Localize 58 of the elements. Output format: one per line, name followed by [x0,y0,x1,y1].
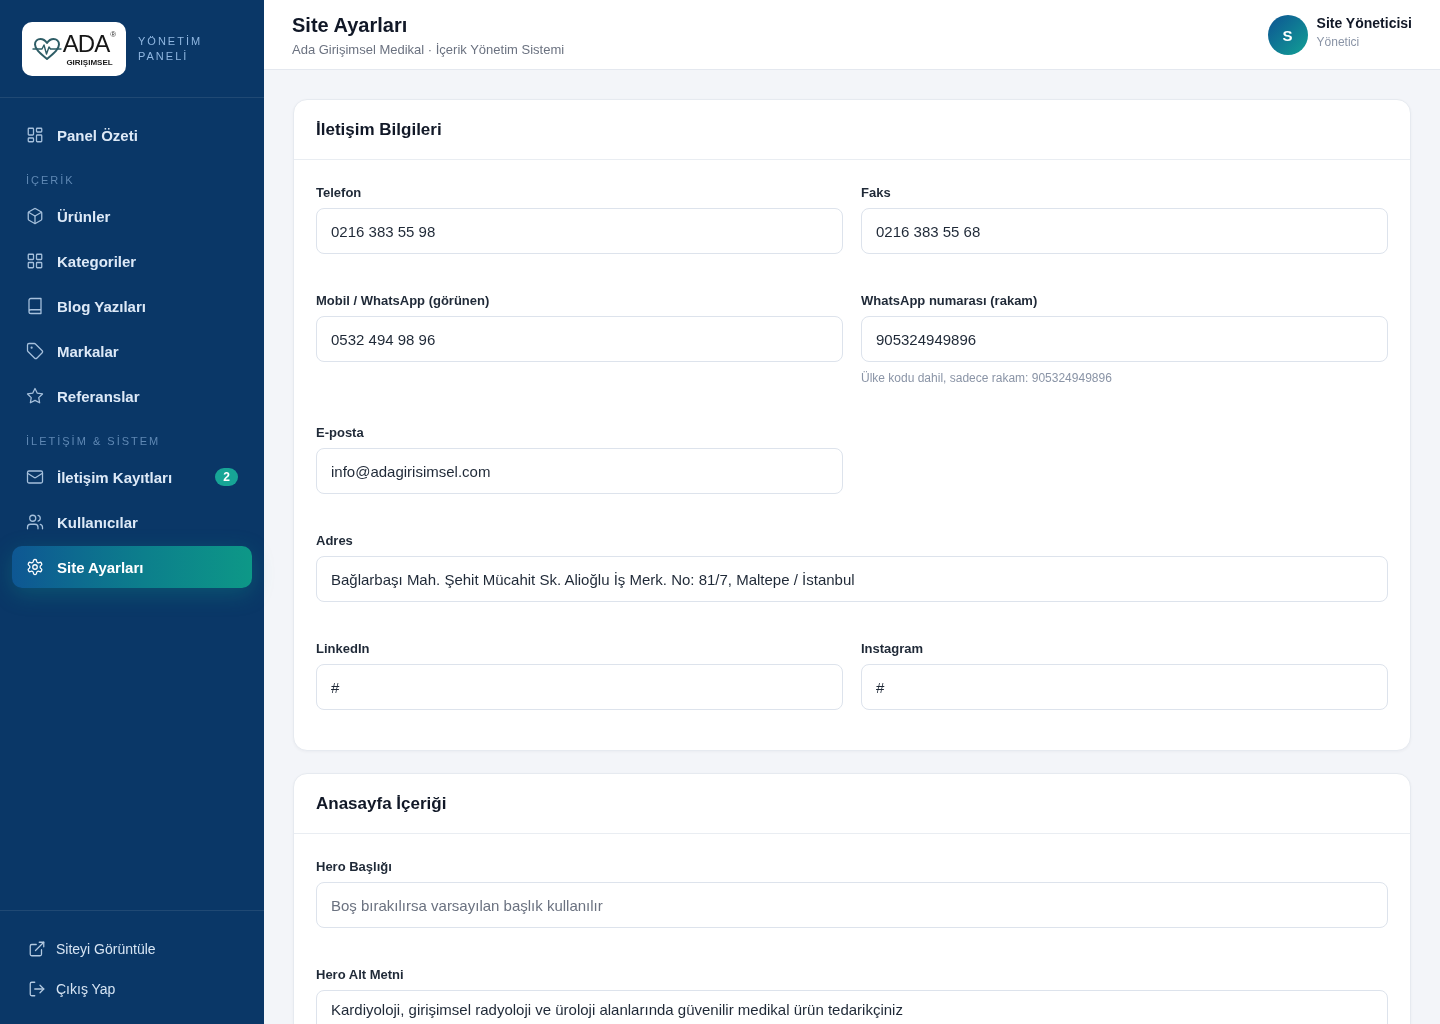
input-field[interactable]: 0532 494 98 96 [316,316,843,362]
book-icon [26,297,44,315]
heart-pulse-icon [31,37,62,61]
field-label: Faks [861,184,892,202]
user-name: Site Yöneticisi [1316,14,1412,32]
field-label: E-posta [316,424,365,442]
logout-icon [28,980,46,998]
input-field[interactable]: Boş bırakılırsa varsayılan başlık kullanılır [316,882,1388,928]
field-label: Mobil / WhatsApp (görünen) [316,292,491,310]
count-badge: 2 [215,468,238,486]
field-label: Hero Başlığı [316,858,393,876]
page-subtitle: Ada Girişimsel Medikal · İçerik Yönetim Sistemi [292,41,565,59]
hint-text: Ülke kodu dahil, sadece rakam: 905324949896 [861,370,1113,386]
page-title: Site Ayarları [292,13,409,38]
input-field[interactable]: Bağlarbaşı Mah. Şehit Mücahit Sk. Alioğlu İş Merk. No: 81/7, Maltepe / İstanbul [316,556,1388,602]
nav-item[interactable]: Kategoriler [12,240,252,282]
nav-item[interactable]: Ürünler [12,195,252,237]
nav-item[interactable]: Markalar [12,330,252,372]
input-field[interactable]: 905324949896 [861,316,1388,362]
section-title: İÇERİK [26,173,76,187]
settings-icon [26,558,44,576]
section-title: İLETİŞİM & SİSTEM [26,434,162,448]
input-field[interactable]: # [316,664,843,710]
mail-icon [26,468,44,486]
nav-item[interactable]: Site Ayarları [12,546,252,588]
logo-wordmark: ADA [62,30,110,58]
logo-tagline: GIRIŞIMSEL [66,58,113,68]
input-field[interactable]: # [861,664,1388,710]
field-label: Instagram [861,640,925,658]
view-site-link[interactable]: Siteyi Görüntüle [12,929,252,969]
field-label: WhatsApp numarası (rakam) [861,292,1039,310]
field-label: LinkedIn [316,640,371,658]
input-field[interactable]: 0216 383 55 68 [861,208,1388,254]
cube-icon [26,207,44,225]
dashboard-icon [26,126,44,144]
user-role: Yönetici [1316,34,1361,50]
users-icon [26,513,44,531]
text-area[interactable]: Kardiyoloji, girişimsel radyoloji ve üroloji alanlarında güvenilir medikal ürün tedarikçiniz [316,990,1388,1024]
external-link-icon [28,940,46,958]
field-label: Telefon [316,184,363,202]
registered-mark: ® [110,30,117,39]
card-title: İletişim Bilgileri [316,118,442,141]
card-title: Anasayfa İçeriği [316,792,447,815]
tag-icon [26,342,44,360]
panel-title: YÖNETİM PANELİ [138,34,204,64]
nav-item[interactable]: Referanslar [12,375,252,417]
input-field[interactable]: 0216 383 55 98 [316,208,843,254]
avatar: S [1267,15,1308,55]
logout-link[interactable]: Çıkış Yap [12,969,252,1009]
nav-item[interactable]: Kullanıcılar [12,501,252,543]
field-label: Adres [316,532,354,550]
field-label: Hero Alt Metni [316,966,405,984]
nav-item[interactable]: Panel Özeti [12,114,252,156]
grid-icon [26,252,44,270]
input-field[interactable]: info@adagirisimsel.com [316,448,843,494]
nav-item[interactable]: İletişim Kayıtları 2 [12,456,252,498]
nav-item[interactable]: Blog Yazıları [12,285,252,327]
star-icon [26,387,44,405]
